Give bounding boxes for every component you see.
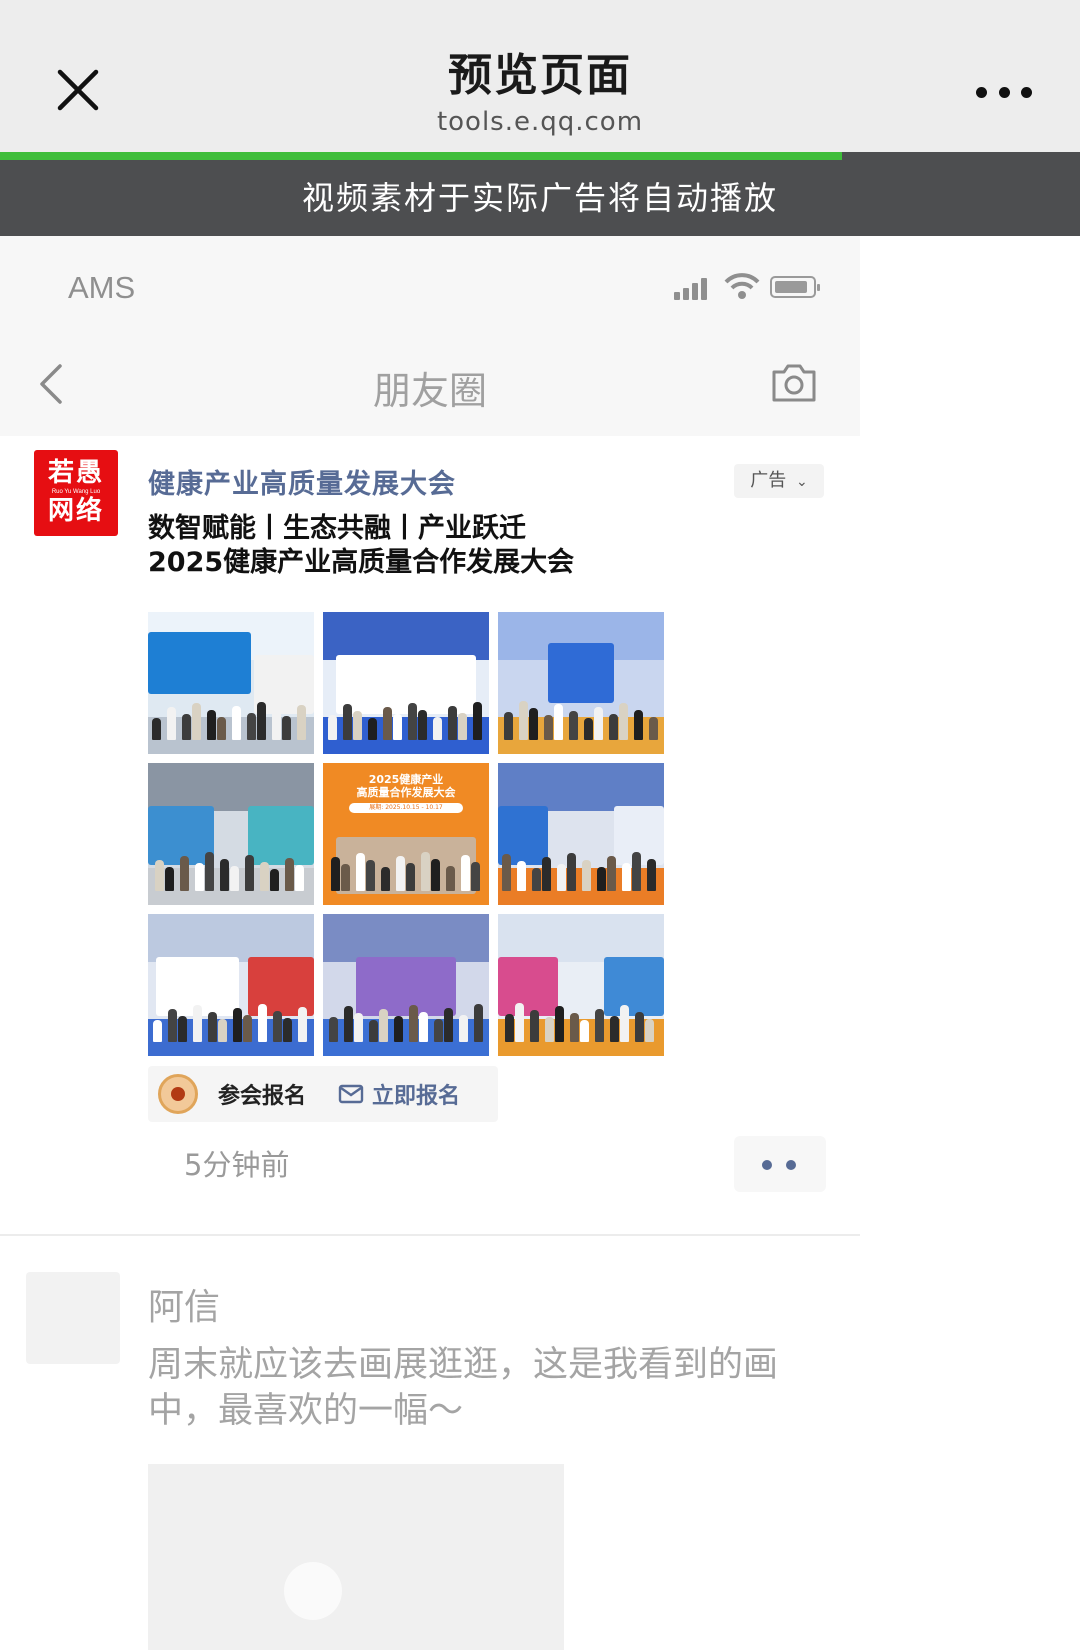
register-now-label: 立即报名 bbox=[372, 1084, 461, 1109]
load-progress-fill bbox=[0, 152, 843, 160]
register-now-link[interactable]: 立即报名 bbox=[338, 1074, 460, 1114]
exhibition-photo[interactable] bbox=[148, 612, 314, 754]
exhibition-photo[interactable] bbox=[323, 612, 489, 754]
exhibition-photo[interactable] bbox=[323, 914, 489, 1056]
page-domain: tools.e.qq.com bbox=[436, 107, 644, 137]
logo-text-top: 若愚 bbox=[47, 458, 104, 488]
chevron-down-icon: ⌄ bbox=[796, 474, 808, 490]
avatar[interactable] bbox=[26, 1272, 120, 1364]
dot-icon bbox=[976, 86, 987, 98]
browser-top-bar: 预览页面 tools.e.qq.com bbox=[0, 0, 1080, 152]
exhibition-photo[interactable] bbox=[498, 763, 664, 905]
registration-label: 参会报名 bbox=[218, 1084, 307, 1109]
friend-post-line: 中，最喜欢的一幅～ bbox=[148, 1391, 464, 1431]
ad-post: 若愚 Ruo Yu Wang Luo 网络 健康产业高质量发展大会 广告 ⌄ 数… bbox=[0, 436, 860, 1222]
friend-name[interactable]: 阿信 bbox=[148, 1278, 220, 1330]
registration-card[interactable]: 参会报名 立即报名 bbox=[148, 1066, 498, 1122]
load-progress-bar bbox=[0, 152, 1080, 160]
logo-text-bottom: 网络 bbox=[47, 496, 104, 526]
comment-more-button[interactable] bbox=[734, 1136, 826, 1192]
wifi-icon bbox=[724, 272, 760, 304]
friend-post-image[interactable] bbox=[148, 1464, 564, 1650]
camera-icon[interactable] bbox=[770, 362, 818, 404]
post-time: 5分钟前 bbox=[184, 1148, 290, 1182]
friend-post: 阿信 周末就应该去画展逛逛，这是我看到的画 中，最喜欢的一幅～ bbox=[0, 1236, 860, 1650]
friend-post-line: 周末就应该去画展逛逛，这是我看到的画 bbox=[148, 1345, 779, 1385]
carrier-label: AMS bbox=[68, 270, 136, 305]
exhibition-photo[interactable] bbox=[148, 914, 314, 1056]
ad-text: 数智赋能丨生态共融丨产业跃迁 2025健康产业高质量合作发展大会 bbox=[148, 512, 828, 580]
dot-icon bbox=[998, 86, 1010, 98]
autoplay-notice-banner: 视频素材于实际广告将自动播放 bbox=[0, 160, 1080, 236]
exhibition-photo[interactable] bbox=[498, 612, 664, 754]
page-title: 预览页面 bbox=[448, 50, 632, 101]
signal-icon bbox=[674, 276, 714, 300]
conference-logo-icon bbox=[158, 1074, 198, 1114]
status-bar: AMS bbox=[0, 236, 860, 332]
ad-text-line: 数智赋能丨生态共融丨产业跃迁 bbox=[148, 513, 526, 544]
ad-image-grid: 2025健康产业 高质量合作发展大会 展期: 2025.10.15 - 10.17 bbox=[148, 612, 664, 1056]
battery-icon bbox=[770, 276, 820, 298]
mail-icon bbox=[338, 1084, 364, 1104]
more-options-button[interactable] bbox=[976, 84, 1032, 100]
friend-post-text: 周末就应该去画展逛逛，这是我看到的画 中，最喜欢的一幅～ bbox=[148, 1342, 828, 1434]
moments-preview: AMS 朋友圈 若愚 Ruo Yu Wang Luo 网络 健康产业高质量发展大… bbox=[0, 236, 860, 1650]
poster-date: 展期: 2025.10.15 - 10.17 bbox=[349, 803, 463, 813]
moments-nav-bar: 朋友圈 bbox=[0, 332, 860, 436]
dot-icon bbox=[1021, 86, 1032, 98]
ad-text-line: 2025健康产业高质量合作发展大会 bbox=[148, 547, 575, 578]
exhibition-photo[interactable] bbox=[498, 914, 664, 1056]
browser-title-group: 预览页面 tools.e.qq.com bbox=[0, 48, 1080, 138]
exhibition-photo[interactable] bbox=[148, 763, 314, 905]
ad-label-dropdown[interactable]: 广告 ⌄ bbox=[734, 464, 824, 498]
ad-label: 广告 bbox=[750, 470, 787, 491]
advertiser-logo[interactable]: 若愚 Ruo Yu Wang Luo 网络 bbox=[34, 450, 118, 536]
advertiser-name[interactable]: 健康产业高质量发展大会 bbox=[148, 462, 456, 501]
moments-title: 朋友圈 bbox=[372, 369, 487, 413]
conference-poster-photo[interactable]: 2025健康产业 高质量合作发展大会 展期: 2025.10.15 - 10.17 bbox=[323, 763, 489, 905]
poster-title: 2025健康产业 高质量合作发展大会 bbox=[356, 773, 456, 799]
